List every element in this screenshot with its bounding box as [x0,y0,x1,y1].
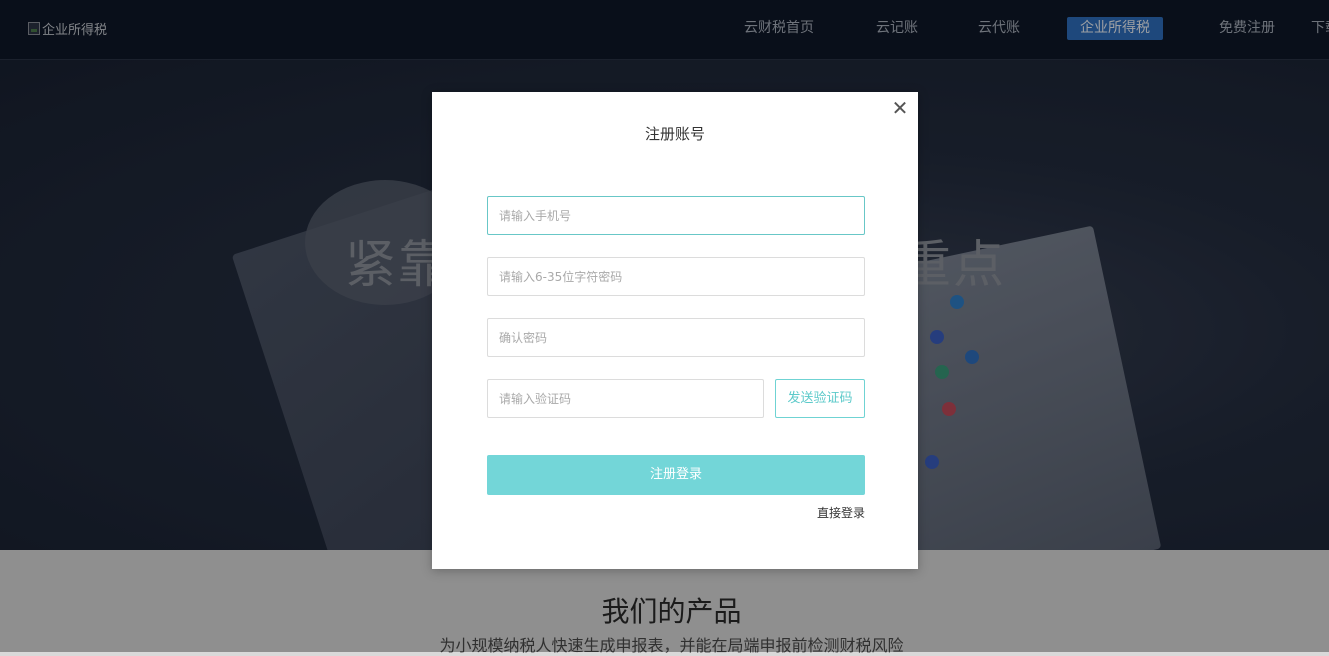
confirm-password-input[interactable] [487,318,865,357]
phone-input[interactable] [487,196,865,235]
verification-code-input[interactable] [487,379,764,418]
direct-login-link[interactable]: 直接登录 [817,504,865,521]
register-modal: ✕ 注册账号 发送验证码 注册登录 直接登录 [432,92,918,569]
register-login-button[interactable]: 注册登录 [487,455,865,495]
password-input[interactable] [487,257,865,296]
close-icon[interactable]: ✕ [890,98,910,118]
send-code-button[interactable]: 发送验证码 [775,379,865,418]
modal-title: 注册账号 [644,125,705,143]
